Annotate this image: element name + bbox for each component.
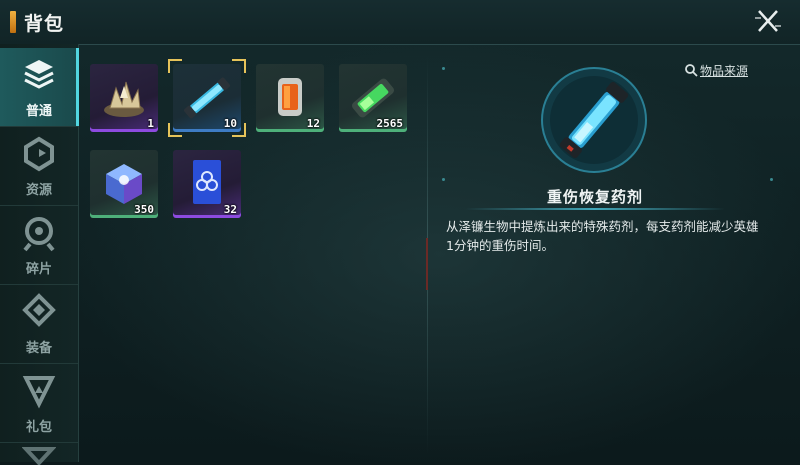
tab-label: 碎片 — [25, 262, 52, 277]
gift-icon — [22, 376, 56, 409]
tab-label: 礼包 — [25, 420, 52, 435]
item-slot[interactable]: 2565 — [339, 64, 407, 132]
tab-label: 普通 — [25, 104, 52, 119]
item-name: 重伤恢复药剂 — [546, 188, 643, 206]
layers-icon — [24, 60, 54, 89]
close-button[interactable] — [747, 5, 789, 39]
item-count: 350 — [134, 203, 154, 216]
close-icon — [755, 10, 781, 32]
decor-dot — [442, 67, 445, 70]
item-count: 12 — [306, 117, 320, 130]
item-count: 2565 — [376, 117, 404, 130]
item-count: 1 — [147, 117, 154, 130]
tab-equipment[interactable]: 装备 — [0, 285, 78, 364]
fragment-icon — [23, 217, 55, 252]
item-slot-selected[interactable]: 10 — [173, 64, 241, 132]
tab-gift[interactable]: 礼包 — [0, 364, 78, 443]
tab-label: 资源 — [25, 183, 52, 198]
name-underline — [465, 208, 725, 210]
tab-resource[interactable]: 资源 — [0, 127, 78, 206]
more-tab-icon — [22, 447, 56, 465]
item-slot[interactable]: 1 — [90, 64, 158, 132]
tab-label: 装备 — [25, 341, 52, 356]
item-slot[interactable]: 350 — [90, 150, 158, 218]
item-description: 从泽镰生物中提炼出来的特殊药剂，每支药剂能减少英雄1分钟的重伤时间。 — [446, 219, 759, 253]
tab-normal[interactable]: 普通 — [0, 48, 79, 127]
header-bar: 背包 — [0, 0, 800, 45]
tab-more[interactable] — [0, 443, 78, 465]
item-slot[interactable]: 32 — [173, 150, 241, 218]
item-source-link[interactable]: 物品来源 — [700, 62, 748, 79]
item-grid: 1 10 12 2565 350 32 — [80, 48, 420, 458]
selected-item-preview — [541, 67, 647, 173]
item-count: 10 — [223, 117, 237, 130]
item-slot[interactable]: 12 — [256, 64, 324, 132]
item-count: 32 — [223, 203, 237, 216]
decor-dot — [442, 178, 445, 181]
decor-dot — [770, 178, 773, 181]
title-accent — [10, 11, 16, 33]
category-tabbar: 普通 资源 碎片 装备 礼包 — [0, 44, 79, 465]
tab-fragment[interactable]: 碎片 — [0, 206, 78, 285]
divider-accent — [426, 238, 428, 290]
page-title: 背包 — [24, 13, 65, 35]
search-icon[interactable] — [684, 63, 698, 77]
resource-icon — [24, 136, 54, 172]
equipment-icon — [22, 293, 56, 327]
